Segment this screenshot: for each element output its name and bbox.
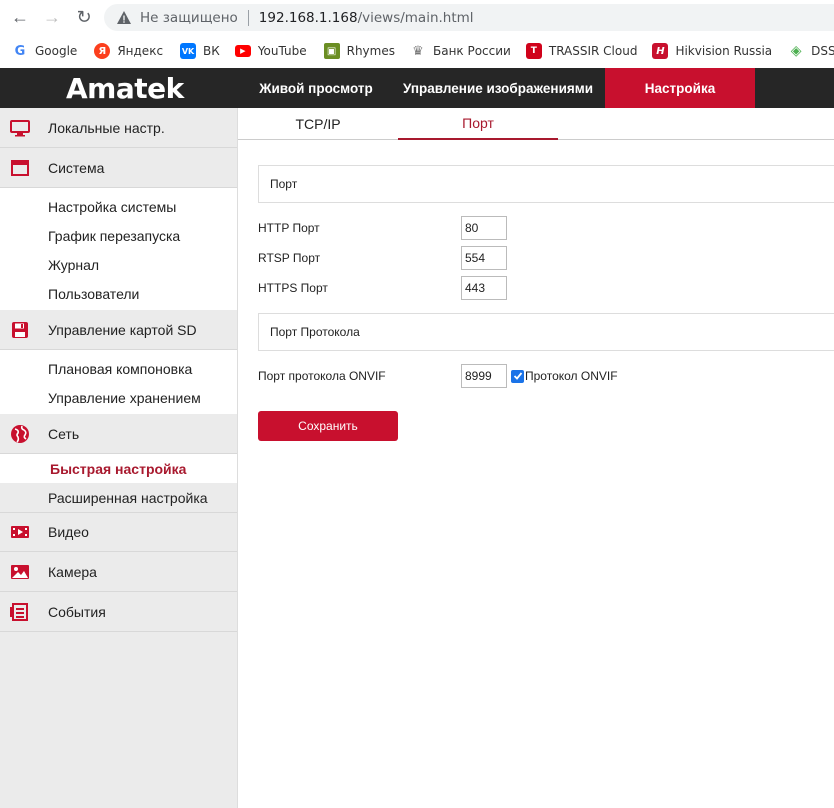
http-port-row: HTTP Порт 80 (258, 216, 507, 240)
app-header: Amatek Живой просмотр Управление изображ… (0, 68, 834, 108)
sidebar-item-sd-card[interactable]: Управление картой SD (0, 310, 237, 350)
sidebar-item-advanced-setup[interactable]: Расширенная настройка (0, 483, 237, 512)
bookmark-label: Hikvision Russia (675, 44, 773, 58)
bookmark-label: Rhymes (346, 44, 395, 58)
https-port-row: HTTPS Порт 443 (258, 276, 507, 300)
bookmark-label: TRASSIR Cloud (548, 44, 638, 58)
http-port-input[interactable]: 80 (461, 216, 507, 240)
vk-icon: VK (180, 43, 197, 59)
sidebar: Локальные настр. Система Настройка систе… (0, 108, 238, 808)
sidebar-item-local[interactable]: Локальные настр. (0, 108, 237, 148)
sidebar-item-label: Сеть (48, 425, 80, 442)
floppy-icon (9, 319, 31, 341)
sidebar-item-log[interactable]: Журнал (0, 250, 237, 279)
onvif-checkbox[interactable] (511, 369, 524, 383)
bookmark-rhymes[interactable]: ▣ Rhymes (323, 43, 395, 59)
bookmark-hikvision[interactable]: H Hikvision Russia (652, 43, 772, 59)
nav-settings[interactable]: Настройка (605, 68, 755, 108)
image-icon (9, 561, 31, 583)
dssl-icon: ◈ (788, 43, 805, 59)
sidebar-item-label: Камера (48, 563, 97, 580)
save-button[interactable]: Сохранить (258, 411, 398, 441)
sidebar-item-camera[interactable]: Камера (0, 552, 237, 592)
sidebar-item-reboot-schedule[interactable]: График перезапуска (0, 221, 237, 250)
rtsp-port-label: RTSP Порт (258, 251, 321, 265)
rtsp-port-input[interactable]: 554 (461, 246, 507, 270)
sidebar-item-system[interactable]: Система (0, 148, 237, 188)
bookmark-youtube[interactable]: ▶ YouTube (234, 44, 307, 58)
cube-icon: ▣ (323, 43, 340, 59)
bookmark-yandex[interactable]: Я Яндекс (94, 43, 163, 59)
sidebar-item-label: Управление картой SD (48, 321, 197, 338)
bookmark-google[interactable]: G Google (12, 43, 77, 59)
video-icon (9, 521, 31, 543)
sd-submenu: Плановая компоновка Управление хранением (0, 350, 237, 414)
yandex-icon: Я (94, 43, 111, 59)
section-title: Порт (270, 177, 298, 191)
rtsp-port-row: RTSP Порт 554 (258, 246, 507, 270)
address-bar[interactable]: Не защищено 192.168.1.168/views/main.htm… (104, 4, 834, 31)
sidebar-item-network[interactable]: Сеть (0, 414, 237, 454)
monitor-icon (9, 117, 31, 139)
bookmarks-bar: G Google Я Яндекс VK ВК ▶ YouTube ▣ Rhymes ♛ Б… (0, 34, 834, 68)
window-icon (9, 157, 31, 179)
list-icon (9, 601, 31, 623)
back-icon[interactable]: ← (10, 7, 30, 27)
protocol-section-header: Порт Протокола (258, 313, 834, 351)
bookmark-cbr[interactable]: ♛ Банк России (409, 43, 511, 59)
onvif-port-input[interactable]: 8999 (461, 364, 507, 388)
tab-tcpip[interactable]: TCP/IP (238, 108, 398, 140)
sidebar-item-label: Система (48, 159, 105, 176)
bookmark-label: ВК (203, 44, 220, 58)
forward-icon[interactable]: → (42, 7, 62, 27)
youtube-icon: ▶ (234, 45, 251, 57)
url-host: 192.168.1.168 (258, 9, 358, 26)
sidebar-item-label: События (48, 603, 106, 620)
url-path: /views/main.html (357, 9, 474, 26)
bookmark-trassir[interactable]: T TRASSIR Cloud (525, 43, 638, 59)
bookmark-label: DSSL (811, 44, 834, 58)
https-port-input[interactable]: 443 (461, 276, 507, 300)
onvif-port-row: Порт протокола ONVIF 8999 Протокол ONVIF (258, 364, 618, 388)
separator (247, 9, 249, 26)
onvif-checkbox-label[interactable]: Протокол ONVIF (525, 369, 618, 383)
bookmark-dssl[interactable]: ◈ DSSL (788, 43, 834, 59)
bookmark-label: YouTube (257, 44, 307, 58)
sidebar-item-scheduled-layout[interactable]: Плановая компоновка (0, 354, 237, 383)
url-text[interactable]: 192.168.1.168/views/main.html (259, 10, 474, 26)
http-port-label: HTTP Порт (258, 221, 320, 235)
system-submenu: Настройка системы График перезапуска Жур… (0, 188, 237, 310)
hikvision-icon: H (652, 43, 669, 59)
nav-live-view[interactable]: Живой просмотр (248, 68, 384, 108)
tab-port[interactable]: Порт (398, 108, 558, 140)
bookmark-label: Банк России (432, 44, 511, 58)
nav-image-management[interactable]: Управление изображениями (392, 68, 604, 108)
onvif-port-label: Порт протокола ONVIF (258, 369, 386, 383)
google-icon: G (12, 43, 28, 59)
port-section-header: Порт (258, 165, 834, 203)
app-logo: Amatek (66, 72, 184, 105)
not-secure-label[interactable]: Не защищено (140, 10, 238, 26)
sidebar-item-users[interactable]: Пользователи (0, 279, 237, 308)
sidebar-item-label: Видео (48, 524, 89, 540)
section-title: Порт Протокола (270, 325, 360, 339)
trassir-icon: T (525, 43, 542, 59)
bookmark-vk[interactable]: VK ВК (180, 43, 220, 59)
sidebar-item-label: Локальные настр. (48, 119, 165, 136)
bookmark-label: Google (35, 44, 78, 58)
reload-icon[interactable]: ↻ (74, 7, 94, 27)
https-port-label: HTTPS Порт (258, 281, 328, 295)
browser-toolbar: ← → ↻ Не защищено 192.168.1.168/views/ma… (0, 0, 834, 34)
sidebar-item-quick-setup[interactable]: Быстрая настройка (0, 454, 237, 483)
warning-icon[interactable] (116, 10, 132, 26)
sidebar-item-video[interactable]: Видео (0, 512, 237, 552)
network-submenu: Быстрая настройка Расширенная настройка (0, 454, 237, 512)
sidebar-item-storage-management[interactable]: Управление хранением (0, 383, 237, 412)
eagle-icon: ♛ (409, 43, 426, 59)
sidebar-item-system-settings[interactable]: Настройка системы (0, 192, 237, 221)
tab-bar: TCP/IP Порт (238, 108, 834, 140)
bookmark-label: Яндекс (117, 44, 164, 58)
globe-icon (9, 423, 31, 445)
sidebar-item-events[interactable]: События (0, 592, 237, 632)
